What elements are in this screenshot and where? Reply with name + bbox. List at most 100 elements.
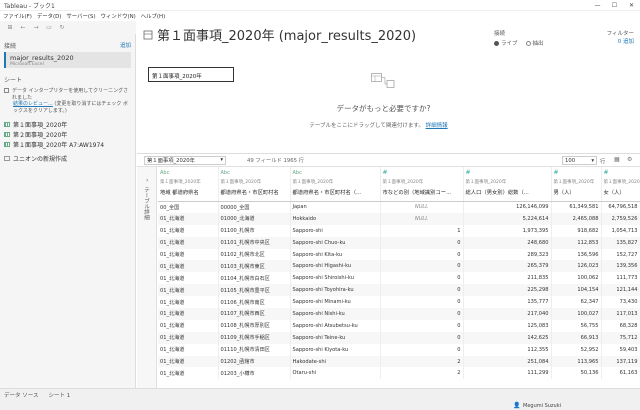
- table-row[interactable]: 01_北海道 01000_北海道 Hokkaido NULL 5,224,614 2,46…: [158, 212, 640, 225]
- table-cell: 0: [380, 272, 464, 285]
- column-header[interactable]: # 第１面事項_2020年 市などの別（地域識別コー...: [380, 167, 464, 202]
- tab-sheet-1[interactable]: シート 1: [48, 391, 70, 399]
- table-row[interactable]: 01_北海道 01202_函館市 Hakodate-shi 2 251,084 113,9…: [158, 355, 640, 368]
- column-header[interactable]: # 第１面事項_2020年総人口（男女別）総数（...: [463, 167, 552, 202]
- chevron-right-icon[interactable]: ›: [146, 177, 148, 184]
- string-type-icon[interactable]: Abc: [293, 170, 378, 176]
- menu-data[interactable]: データ(D): [37, 12, 62, 20]
- table-row[interactable]: 01_北海道 01100_札幌市 Sapporo-shi 1 1,973,395 918,…: [158, 224, 640, 237]
- column-header[interactable]: # 第１面事項_2020年女（人）: [601, 167, 640, 202]
- string-type-icon[interactable]: Abc: [221, 170, 288, 176]
- connection-item[interactable]: major_results_2020 Microsoft Excel: [4, 52, 131, 68]
- table-cell: 01106_札幌市南区: [218, 296, 291, 309]
- table-row[interactable]: 01_北海道 01108_札幌市厚別区 Sapporo-shi Atsubetsu-…: [158, 319, 640, 332]
- menu-help[interactable]: ヘルプ(H): [141, 12, 165, 20]
- column-name: 男（人）: [553, 190, 575, 196]
- table-cell: 265,379: [463, 260, 552, 273]
- close-button[interactable]: ✕: [623, 0, 640, 11]
- sheet-item[interactable]: 第２面事項_2020年: [0, 129, 135, 139]
- page-title: 第１面事項_2020年 (major_results_2020): [157, 29, 417, 44]
- live-radio[interactable]: ライブ: [494, 39, 518, 47]
- new-union-item[interactable]: ユニオンの新規作成: [0, 153, 135, 163]
- table-cell: 01_北海道: [158, 296, 219, 309]
- table-cell: 139,356: [601, 260, 640, 273]
- table-row[interactable]: 01_北海道 01109_札幌市手稲区 Sapporo-shi Teine-ku 0 1…: [158, 331, 640, 344]
- menu-file[interactable]: ファイル(F): [3, 12, 32, 20]
- table-cell: 2,465,088: [551, 212, 602, 225]
- string-type-icon[interactable]: Abc: [160, 170, 216, 176]
- learn-more-link[interactable]: 詳細情報: [426, 123, 448, 129]
- table-cell: 01107_札幌市西区: [218, 308, 291, 320]
- column-header[interactable]: Abc 第１面事項_2020年都道府県名・市区町村名: [218, 167, 291, 202]
- add-connection-link[interactable]: 追加: [120, 41, 131, 49]
- table-cell: Sapporo-shi Higashi-ku: [290, 260, 381, 273]
- sheet-item[interactable]: 第１面事項_2020年 A7:AW1974: [0, 139, 135, 149]
- relationship-icon: [371, 73, 395, 88]
- table-cell: 248,680: [463, 236, 552, 249]
- rows-input[interactable]: 100 ▾: [562, 156, 597, 165]
- table-cell: 01203_小樽市: [218, 367, 291, 380]
- column-header[interactable]: Abc 第１面事項_2020年 地域 都道府県名: [158, 167, 219, 202]
- user-name[interactable]: Megumi Suzuki: [523, 403, 561, 409]
- table-row[interactable]: 01_北海道 01104_札幌市白石区 Sapporo-shi Shiroishi-…: [158, 272, 640, 285]
- table-cell: 211,835: [463, 272, 552, 285]
- table-row[interactable]: 01_北海道 01103_札幌市東区 Sapporo-shi Higashi-ku 0…: [158, 260, 640, 273]
- grid-view-icon[interactable]: ▦: [614, 156, 620, 163]
- refresh-icon[interactable]: ↻: [56, 23, 68, 33]
- menu-server[interactable]: サーバー(S): [66, 12, 95, 20]
- table-row[interactable]: 01_北海道 01101_札幌市中央区 Sapporo-shi Chuo-ku 0 24…: [158, 236, 640, 249]
- sheet-icon: [4, 131, 10, 137]
- number-type-icon[interactable]: #: [604, 170, 638, 176]
- maximize-button[interactable]: ☐: [606, 0, 623, 11]
- forward-icon[interactable]: →: [30, 23, 42, 33]
- number-type-icon[interactable]: #: [466, 170, 549, 176]
- minimize-button[interactable]: —: [589, 0, 606, 11]
- table-details-panel[interactable]: › テーブル詳細: [137, 167, 157, 388]
- table-cell: 01105_札幌市豊平区: [218, 284, 291, 297]
- column-name: 総人口（男女別）総数（...: [465, 190, 529, 196]
- table-row[interactable]: 00_全国 00000_全国 Japan NULL 126,146,099 61,349,…: [158, 201, 640, 213]
- table-cell: Sapporo-shi Shiroishi-ku: [290, 272, 381, 285]
- table-cell: 0: [380, 331, 464, 344]
- number-type-icon[interactable]: #: [383, 170, 461, 176]
- table-cell: 126,023: [551, 260, 602, 273]
- column-header[interactable]: # 第１面事項_2020年 男（人）: [551, 167, 602, 202]
- settings-icon[interactable]: ⚙: [627, 156, 632, 163]
- save-icon[interactable]: ▭: [43, 23, 55, 33]
- table-row[interactable]: 01_北海道 01110_札幌市清田区 Sapporo-shi Kiyota-ku 0…: [158, 343, 640, 356]
- table-select[interactable]: 第１面事項_2020年 ▾: [144, 155, 226, 165]
- title-bar: Tableau - ブック1 — ☐ ✕: [0, 0, 640, 11]
- data-table: Abc 第１面事項_2020年 地域 都道府県名 Abc 第１面事項_2020年 都道府県…: [158, 167, 640, 380]
- table-cell: 01_北海道: [158, 331, 219, 344]
- extract-radio[interactable]: 抽出: [525, 39, 544, 47]
- column-source: 第１面事項_2020年: [465, 180, 507, 185]
- table-row[interactable]: 01_北海道 01203_小樽市 Otaru-shi 2 111,299 50,136 61…: [158, 367, 640, 380]
- field-count: 49 フィールド 1965 行: [247, 158, 304, 164]
- window-title: Tableau - ブック1: [4, 2, 55, 10]
- number-type-icon[interactable]: #: [554, 170, 599, 176]
- sheet-item[interactable]: 第１面事項_2020年: [0, 119, 135, 129]
- column-name: 都道府県名・市区町村名: [220, 190, 279, 196]
- home-icon[interactable]: ⊞: [4, 23, 16, 33]
- table-cell: 289,323: [463, 248, 552, 261]
- table-row[interactable]: 01_北海道 01107_札幌市西区 Sapporo-shi Nishi-ku 0 21…: [158, 308, 640, 320]
- table-row[interactable]: 01_北海道 01102_札幌市北区 Sapporo-shi Kita-ku 0 289…: [158, 248, 640, 261]
- tab-data-source[interactable]: データ ソース: [4, 391, 38, 399]
- table-cell: 01103_札幌市東区: [218, 260, 291, 273]
- sheets-header: シート: [4, 76, 23, 84]
- column-header[interactable]: Abc 第１面事項_2020年 都道府県名・市区町村名（...: [290, 167, 381, 202]
- user-icon: 👤: [513, 402, 521, 409]
- column-name: 都道府県名・市区町村名（...: [292, 190, 362, 196]
- table-row[interactable]: 01_北海道 01105_札幌市豊平区 Sapporo-shi Toyohira-k…: [158, 284, 640, 297]
- table-row[interactable]: 01_北海道 01106_札幌市南区 Sapporo-shi Minami-ku 0 1…: [158, 296, 640, 309]
- table-cell: 01_北海道: [158, 212, 219, 225]
- back-icon[interactable]: ←: [17, 23, 29, 33]
- table-cell: Japan: [290, 201, 381, 213]
- interpreter-checkbox[interactable]: [4, 88, 9, 93]
- filter-add-link[interactable]: 0 追加: [607, 37, 634, 45]
- review-results-link[interactable]: 結果のレビュー...: [13, 101, 53, 107]
- menu-window[interactable]: ウィンドウ(N): [101, 12, 136, 20]
- column-source: 第１面事項_2020年: [220, 180, 262, 185]
- canvas-table-box[interactable]: 第１面事項_2020年: [148, 67, 234, 82]
- table-cell: 0: [380, 319, 464, 332]
